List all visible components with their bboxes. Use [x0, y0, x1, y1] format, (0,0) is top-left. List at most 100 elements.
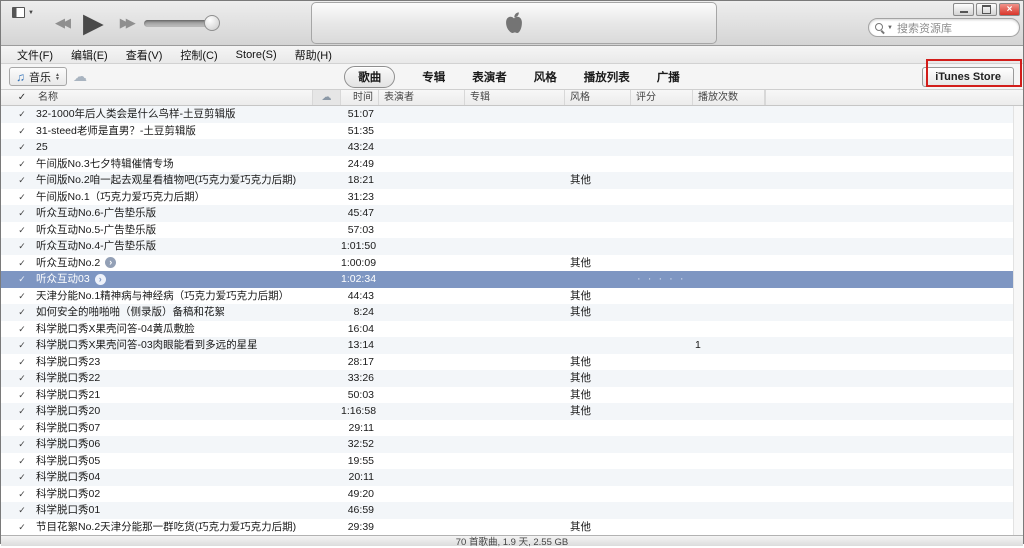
table-row[interactable]: ✓ 听众互动No.4-广告垫乐版 1:01:50 — [1, 238, 1023, 255]
itunes-store-button[interactable]: iTunes Store — [922, 67, 1014, 87]
table-row[interactable]: ✓ 科学脱口秀01 46:59 — [1, 502, 1023, 519]
previous-button[interactable]: ◀◀ — [45, 15, 77, 31]
table-row[interactable]: ✓ 听众互动No.5-广告垫乐版 57:03 — [1, 222, 1023, 239]
row-checkbox[interactable]: ✓ — [11, 321, 33, 338]
volume-slider-knob[interactable] — [204, 15, 220, 31]
row-checkbox[interactable]: ✓ — [11, 354, 33, 371]
menu-controls[interactable]: 控制(C) — [171, 47, 226, 63]
menu-store[interactable]: Store(S) — [227, 49, 286, 61]
menu-file[interactable]: 文件(F) — [8, 47, 62, 63]
song-name: 听众互动03 › — [33, 271, 313, 288]
table-row[interactable]: ✓ 32-1000年后人类会是什么鸟样-土豆剪辑版 51:07 — [1, 106, 1023, 123]
tab-albums[interactable]: 专辑 — [422, 69, 445, 85]
next-button[interactable]: ▶▶ — [110, 15, 142, 31]
row-checkbox[interactable]: ✓ — [11, 370, 33, 387]
row-checkbox[interactable]: ✓ — [11, 420, 33, 437]
column-header-time[interactable]: 时间 — [341, 90, 379, 105]
row-checkbox[interactable]: ✓ — [11, 387, 33, 404]
row-checkbox[interactable]: ✓ — [11, 486, 33, 503]
row-checkbox[interactable]: ✓ — [11, 453, 33, 470]
maximize-button[interactable] — [976, 3, 997, 16]
table-row[interactable]: ✓ 31-steed老师是直男？-土豆剪辑版 51:35 — [1, 123, 1023, 140]
goto-arrow-icon[interactable]: › — [105, 257, 117, 269]
column-header-cloud-icon[interactable]: ☁ — [313, 90, 341, 105]
table-row[interactable]: ✓ 听众互动No.2 › 1:00:09 其他 — [1, 255, 1023, 272]
table-row[interactable]: ✓ 科学脱口秀X果壳问答-03肉眼能看到多远的星星 13:14 1 — [1, 337, 1023, 354]
row-checkbox[interactable]: ✓ — [11, 238, 33, 255]
column-header-rating[interactable]: 评分 — [631, 90, 693, 105]
header-checkmark[interactable]: ✓ — [11, 90, 33, 105]
row-checkbox[interactable]: ✓ — [11, 337, 33, 354]
song-artist — [379, 354, 465, 371]
table-row[interactable]: ✓ 科学脱口秀06 32:52 — [1, 436, 1023, 453]
row-checkbox[interactable]: ✓ — [11, 519, 33, 536]
table-row[interactable]: ✓ 科学脱口秀04 20:11 — [1, 469, 1023, 486]
menu-view[interactable]: 查看(V) — [117, 47, 172, 63]
column-header-plays[interactable]: 播放次数 — [693, 90, 765, 105]
tab-genres[interactable]: 风格 — [534, 69, 557, 85]
maximize-icon — [982, 5, 991, 14]
song-genre — [565, 205, 631, 222]
row-checkbox[interactable]: ✓ — [11, 271, 33, 288]
song-playcount — [693, 205, 765, 222]
table-row[interactable]: ✓ 科学脱口秀02 49:20 — [1, 486, 1023, 503]
row-checkbox[interactable]: ✓ — [11, 106, 33, 123]
table-row[interactable]: ✓ 午间版No.3七夕特辑催情专场 24:49 — [1, 156, 1023, 173]
table-row[interactable]: ✓ 科学脱口秀20 1:16:58 其他 — [1, 403, 1023, 420]
table-row[interactable]: ✓ 科学脱口秀21 50:03 其他 — [1, 387, 1023, 404]
column-header-genre[interactable]: 风格 — [565, 90, 631, 105]
song-artist — [379, 288, 465, 305]
play-button[interactable]: ▶ — [83, 1, 104, 45]
table-row[interactable]: ✓ 科学脱口秀22 33:26 其他 — [1, 370, 1023, 387]
row-checkbox[interactable]: ✓ — [11, 436, 33, 453]
row-checkbox[interactable]: ✓ — [11, 205, 33, 222]
table-row[interactable]: ✓ 如何安全的啪啪啪（侧录版）备稿和花絮 8:24 其他 — [1, 304, 1023, 321]
row-checkbox[interactable]: ✓ — [11, 403, 33, 420]
row-checkbox[interactable]: ✓ — [11, 502, 33, 519]
table-row[interactable]: ✓ 天津分能No.1精神病与神经病（巧克力爱巧克力后期） 44:43 其他 — [1, 288, 1023, 305]
row-checkbox[interactable]: ✓ — [11, 172, 33, 189]
tab-artists[interactable]: 表演者 — [472, 69, 507, 85]
column-header-artist[interactable]: 表演者 — [379, 90, 465, 105]
menu-help[interactable]: 帮助(H) — [286, 47, 341, 63]
row-checkbox[interactable]: ✓ — [11, 189, 33, 206]
table-row[interactable]: ✓ 午间版No.1（巧克力爱巧克力后期） 31:23 — [1, 189, 1023, 206]
table-row[interactable]: ✓ 科学脱口秀X果壳问答-04黄瓜敷脸 16:04 — [1, 321, 1023, 338]
table-row[interactable]: ✓ 科学脱口秀05 19:55 — [1, 453, 1023, 470]
song-playcount — [693, 486, 765, 503]
song-name: 午间版No.1（巧克力爱巧克力后期） — [36, 190, 206, 203]
row-checkbox[interactable]: ✓ — [11, 123, 33, 140]
goto-arrow-icon[interactable]: › — [94, 273, 106, 285]
table-row[interactable]: ✓ 听众互动No.6-广告垫乐版 45:47 — [1, 205, 1023, 222]
close-button[interactable]: × — [999, 3, 1020, 16]
row-checkbox[interactable]: ✓ — [11, 255, 33, 272]
song-time: 8:24 — [353, 306, 374, 318]
table-row[interactable]: ✓ 午间版No.2咱一起去观星看植物吧(巧克力爱巧克力后期) 18:21 其他 — [1, 172, 1023, 189]
column-header-name[interactable]: 名称 — [33, 90, 313, 105]
table-row[interactable]: ✓ 25 43:24 — [1, 139, 1023, 156]
row-checkbox[interactable]: ✓ — [11, 222, 33, 239]
table-row[interactable]: ✓ 听众互动03 › 1:02:34 · · · · · — [1, 271, 1023, 288]
tab-playlists[interactable]: 播放列表 — [584, 69, 630, 85]
table-row[interactable]: ✓ 科学脱口秀23 28:17 其他 — [1, 354, 1023, 371]
row-checkbox[interactable]: ✓ — [11, 139, 33, 156]
song-time: 29:39 — [347, 520, 374, 533]
table-row[interactable]: ✓ 科学脱口秀07 29:11 — [1, 420, 1023, 437]
song-album — [465, 205, 565, 222]
row-checkbox[interactable]: ✓ — [11, 288, 33, 305]
tab-radio[interactable]: 广播 — [657, 69, 680, 85]
table-row[interactable]: ✓ 节目花絮No.2天津分能那一群吃货(巧克力爱巧克力后期) 29:39 其他 — [1, 519, 1023, 536]
app-menu-button[interactable]: ▼ — [12, 7, 34, 18]
song-playcount — [693, 321, 765, 338]
search-input[interactable]: ▼ 搜索资源库 — [868, 18, 1020, 37]
row-checkbox[interactable]: ✓ — [11, 156, 33, 173]
column-header-album[interactable]: 专辑 — [465, 90, 565, 105]
library-summary: 70 首歌曲, 1.9 天, 2.55 GB — [455, 537, 569, 548]
row-checkbox[interactable]: ✓ — [11, 304, 33, 321]
menu-edit[interactable]: 编辑(E) — [62, 47, 117, 63]
scrollbar[interactable] — [1013, 106, 1023, 535]
minimize-button[interactable] — [953, 3, 974, 16]
tab-songs[interactable]: 歌曲 — [344, 65, 396, 88]
row-checkbox[interactable]: ✓ — [11, 469, 33, 486]
song-playcount — [693, 255, 765, 272]
